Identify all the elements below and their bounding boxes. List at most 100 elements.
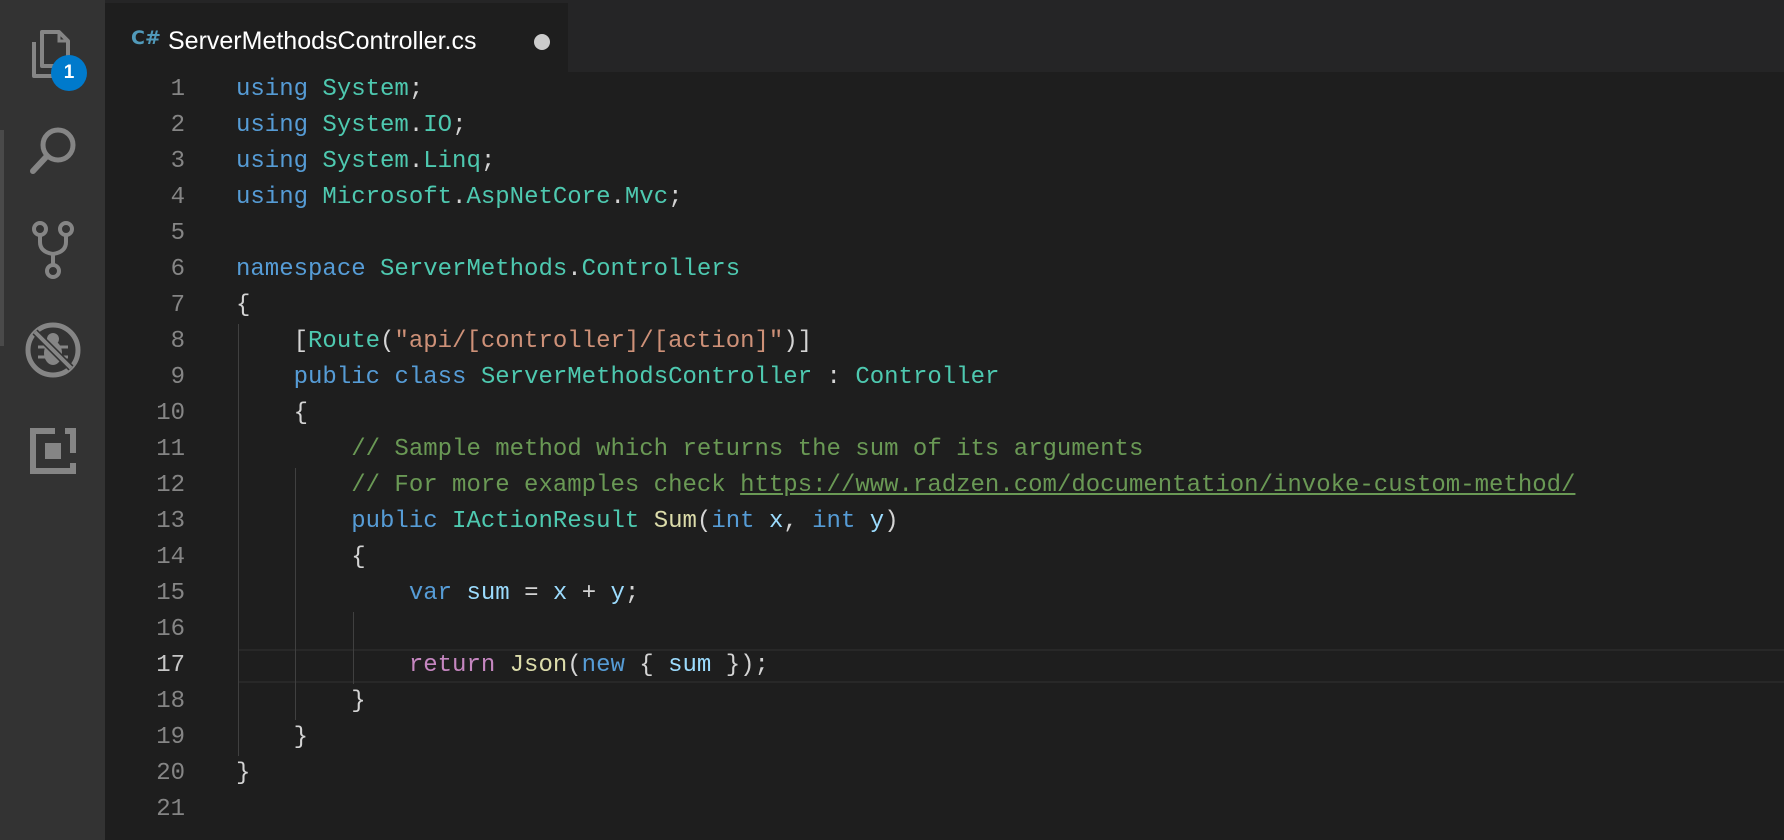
code-text: } <box>236 720 308 756</box>
code-line[interactable]: 19 } <box>105 720 1784 756</box>
code-link[interactable]: https://www.radzen.com/documentation/inv… <box>740 472 1575 499</box>
debug-button[interactable] <box>0 300 105 400</box>
code-token: int <box>711 508 755 535</box>
code-text: var sum = x + y; <box>236 576 640 612</box>
code-token: IO <box>423 112 453 139</box>
code-text: { <box>236 540 365 576</box>
code-line[interactable]: 12 // For more examples check https://ww… <box>105 468 1784 504</box>
code-line[interactable]: 18 } <box>105 684 1784 720</box>
code-token: int <box>812 508 856 535</box>
code-line[interactable]: 21 <box>105 792 1784 828</box>
code-token: Mvc <box>624 184 669 211</box>
code-token: ( <box>696 508 712 535</box>
line-number: 3 <box>170 148 185 175</box>
line-number: 10 <box>156 400 185 427</box>
code-text: public class ServerMethodsController : C… <box>236 360 1000 396</box>
code-token: Controllers <box>581 256 741 283</box>
code-token: using <box>236 184 309 211</box>
code-text: using Microsoft.AspNetCore.Mvc; <box>236 180 683 216</box>
code-token: ; <box>452 112 467 139</box>
code-line[interactable]: 15 var sum = x + y; <box>105 576 1784 612</box>
unsaved-changes-dot-icon[interactable] <box>534 34 550 50</box>
code-line[interactable]: 14 { <box>105 540 1784 576</box>
code-token: return <box>408 652 496 679</box>
code-token: ; <box>408 76 424 103</box>
debug-icon <box>24 321 82 379</box>
code-token: public <box>351 508 438 535</box>
code-text: namespace ServerMethods.Controllers <box>236 252 740 288</box>
extensions-button[interactable] <box>0 401 105 501</box>
line-number: 14 <box>156 544 185 571</box>
code-line[interactable]: 2 using System.IO; <box>105 108 1784 144</box>
code-line[interactable]: 16 <box>105 612 1784 648</box>
code-token: Sum <box>653 508 697 535</box>
code-token: // For more examples check <box>351 472 741 499</box>
explorer-badge: 1 <box>51 55 87 91</box>
code-line[interactable]: 17 return Json(new { sum }); <box>105 648 1784 684</box>
line-number: 12 <box>156 472 185 499</box>
source-control-button[interactable] <box>0 200 105 300</box>
code-line[interactable]: 6 namespace ServerMethods.Controllers <box>105 252 1784 288</box>
code-token: . <box>567 256 582 283</box>
code-line[interactable]: 20} <box>105 756 1784 792</box>
code-token: + <box>567 580 611 607</box>
code-token: ; <box>480 148 496 175</box>
explorer-button[interactable]: 1 <box>0 4 105 104</box>
code-token: } <box>236 688 366 715</box>
code-token: System <box>322 76 409 103</box>
code-token: class <box>394 364 467 391</box>
code-token: = <box>509 580 553 607</box>
code-text: { <box>236 288 250 324</box>
code-text: [Route("api/[controller]/[action]")] <box>236 324 813 360</box>
search-button[interactable] <box>0 101 105 201</box>
line-number: 11 <box>156 436 185 463</box>
code-token: System <box>322 148 409 175</box>
code-token: . <box>610 184 625 211</box>
line-number: 13 <box>156 508 185 535</box>
code-line[interactable]: 3 using System.Linq; <box>105 144 1784 180</box>
extensions-icon <box>29 427 77 475</box>
code-token: // Sample method which returns the sum o… <box>351 436 1144 463</box>
csharp-file-icon: C# <box>131 27 161 49</box>
code-line[interactable]: 4 using Microsoft.AspNetCore.Mvc; <box>105 180 1784 216</box>
code-token: { <box>624 652 669 679</box>
code-editor[interactable]: 1 using System; 2 using System.IO; 3 using Sy… <box>105 72 1784 840</box>
code-token: { <box>236 400 309 427</box>
code-text: using System.Linq; <box>236 144 495 180</box>
code-token: public <box>293 364 381 391</box>
tab-servermethodscontroller[interactable]: C# ServerMethodsController.cs <box>105 3 568 72</box>
code-token: }); <box>711 652 769 679</box>
code-token: AspNetCore <box>466 184 611 211</box>
code-token: Route <box>308 328 381 355</box>
code-token: ( <box>380 328 395 355</box>
code-line[interactable]: 10 { <box>105 396 1784 432</box>
line-number: 4 <box>170 184 185 211</box>
code-line[interactable]: 5 <box>105 216 1784 252</box>
line-number: 17 <box>156 652 185 679</box>
code-line[interactable]: 13 public IActionResult Sum(int x, int y… <box>105 504 1784 540</box>
code-token: sum <box>668 652 712 679</box>
code-line[interactable]: 7{ <box>105 288 1784 324</box>
line-number: 9 <box>170 364 185 391</box>
code-token: IActionResult <box>452 508 640 535</box>
code-token: System <box>322 112 409 139</box>
code-line[interactable]: 11 // Sample method which returns the su… <box>105 432 1784 468</box>
line-number: 7 <box>170 292 185 319</box>
code-token: "api/[controller]/[action]" <box>394 328 784 355</box>
code-line[interactable]: 9 public class ServerMethodsController :… <box>105 360 1784 396</box>
editor-tab-strip: C# ServerMethodsController.cs <box>105 0 1784 72</box>
code-text: // For more examples check https://www.r… <box>236 468 1575 504</box>
code-line[interactable]: 1 using System; <box>105 72 1784 108</box>
code-line[interactable]: 8 [Route("api/[controller]/[action]")] <box>105 324 1784 360</box>
code-token: [ <box>236 328 309 355</box>
